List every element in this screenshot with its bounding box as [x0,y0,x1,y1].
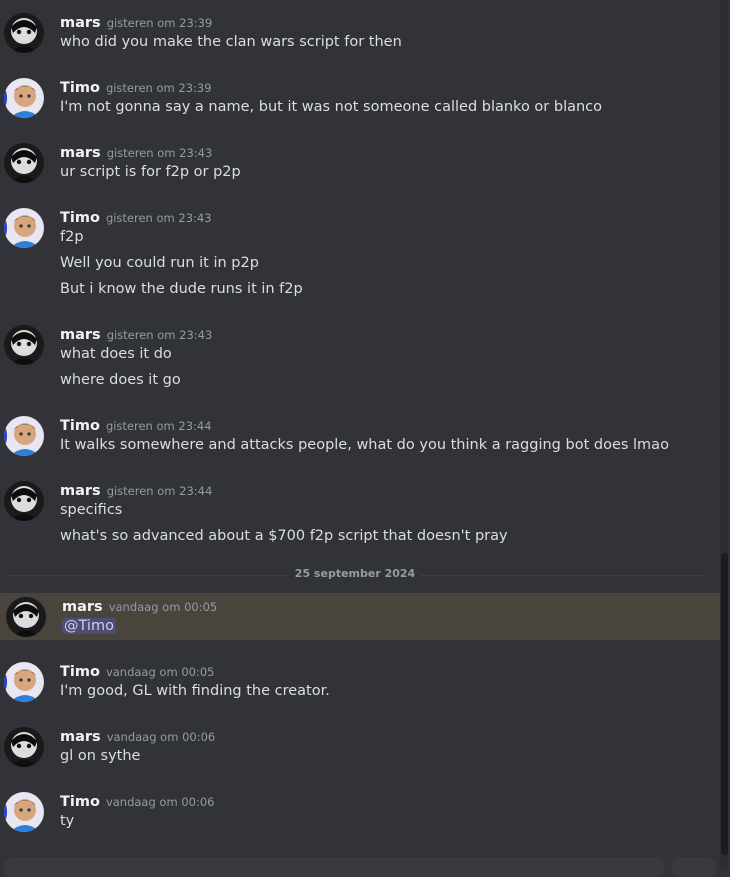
message-text: f2p [60,229,84,245]
message-header: mars gisteren om 23:39 [60,12,212,34]
message-timestamp: gisteren om 23:44 [105,419,212,433]
message-header: Timo gisteren om 23:44 [60,415,212,437]
date-divider: 25 september 2024 [0,567,710,580]
mars-avatar-icon [4,727,44,767]
message-timestamp: vandaag om 00:05 [105,665,215,679]
timo-avatar-icon [4,78,44,118]
message-item[interactable]: Timo gisteren om 23:44 It walks somewhere… [0,413,718,459]
message-header: mars vandaag om 00:05 [62,596,217,618]
author-name[interactable]: mars [60,15,101,31]
message-item-highlighted[interactable]: mars vandaag om 00:05 @Timo [0,593,720,640]
timo-avatar-icon [4,208,44,248]
message-text: @Timo [62,618,116,634]
message-item[interactable]: mars gisteren om 23:43 ur script is for f… [0,140,718,186]
avatar[interactable] [4,78,44,118]
message-item[interactable]: Timo gisteren om 23:43 f2p Well you could… [0,205,718,303]
message-text: where does it go [60,372,181,388]
mars-avatar-icon [4,13,44,53]
message-text: It walks somewhere and attacks people, w… [60,437,669,453]
message-input-area[interactable] [4,857,664,877]
scrollbar-thumb[interactable] [721,553,728,855]
timo-avatar-icon [4,416,44,456]
avatar[interactable] [4,13,44,53]
user-mention[interactable]: @Timo [62,618,116,634]
avatar[interactable] [4,792,44,832]
message-text: ty [60,813,75,829]
date-divider-label: 25 september 2024 [288,567,422,580]
mars-avatar-icon [4,481,44,521]
message-text: I'm not gonna say a name, but it was not… [60,99,603,115]
message-text: who did you make the clan wars script fo… [60,34,402,50]
message-header: mars gisteren om 23:43 [60,324,212,346]
avatar[interactable] [4,143,44,183]
message-timestamp: gisteren om 23:39 [105,81,212,95]
message-timestamp: vandaag om 00:06 [106,730,216,744]
author-name[interactable]: Timo [60,418,100,434]
message-timestamp: gisteren om 23:44 [106,484,213,498]
author-name[interactable]: mars [60,729,101,745]
avatar[interactable] [4,416,44,456]
message-text: ur script is for f2p or p2p [60,164,241,180]
message-item[interactable]: Timo vandaag om 00:05 I'm good, GL with f… [0,659,718,705]
timo-avatar-icon [4,792,44,832]
message-text: what does it do [60,346,172,362]
avatar[interactable] [4,727,44,767]
message-header: mars vandaag om 00:06 [60,726,215,748]
message-list: mars gisteren om 23:39 who did you make t… [0,0,720,869]
avatar[interactable] [4,662,44,702]
author-name[interactable]: Timo [60,794,100,810]
message-item[interactable]: mars gisteren om 23:43 what does it do wh… [0,322,718,394]
message-header: Timo gisteren om 23:43 [60,207,212,229]
message-text: I'm good, GL with finding the creator. [60,683,330,699]
author-name[interactable]: mars [62,599,103,615]
message-item[interactable]: mars gisteren om 23:39 who did you make t… [0,10,718,56]
avatar[interactable] [4,325,44,365]
author-name[interactable]: Timo [60,80,100,96]
input-side-button[interactable] [672,857,716,877]
message-item[interactable]: Timo vandaag om 00:06 ty [0,789,718,835]
message-text: Well you could run it in p2p [60,255,259,271]
message-header: mars gisteren om 23:44 [60,480,212,502]
author-name[interactable]: Timo [60,664,100,680]
mars-avatar-icon [4,325,44,365]
message-item[interactable]: Timo gisteren om 23:39 I'm not gonna say … [0,75,718,121]
avatar[interactable] [4,208,44,248]
timo-avatar-icon [4,662,44,702]
message-timestamp: gisteren om 23:39 [106,16,213,30]
message-header: mars gisteren om 23:43 [60,142,212,164]
message-text: But i know the dude runs it in f2p [60,281,303,297]
message-header: Timo vandaag om 00:06 [60,791,214,813]
message-item[interactable]: mars gisteren om 23:44 specifics what's s… [0,478,718,550]
message-item[interactable]: mars vandaag om 00:06 gl on sythe [0,724,718,770]
message-timestamp: vandaag om 00:06 [105,795,215,809]
message-header: Timo gisteren om 23:39 [60,77,212,99]
author-name[interactable]: Timo [60,210,100,226]
message-text: gl on sythe [60,748,141,764]
message-text: specifics [60,502,123,518]
message-timestamp: gisteren om 23:43 [106,328,213,342]
message-timestamp: gisteren om 23:43 [105,211,212,225]
mars-avatar-icon [6,597,46,637]
message-header: Timo vandaag om 00:05 [60,661,214,683]
message-timestamp: gisteren om 23:43 [106,146,213,160]
author-name[interactable]: mars [60,145,101,161]
author-name[interactable]: mars [60,327,101,343]
mars-avatar-icon [4,143,44,183]
avatar[interactable] [4,481,44,521]
author-name[interactable]: mars [60,483,101,499]
avatar[interactable] [6,597,46,637]
message-text: what's so advanced about a $700 f2p scri… [60,528,508,544]
message-timestamp: vandaag om 00:05 [108,600,218,614]
